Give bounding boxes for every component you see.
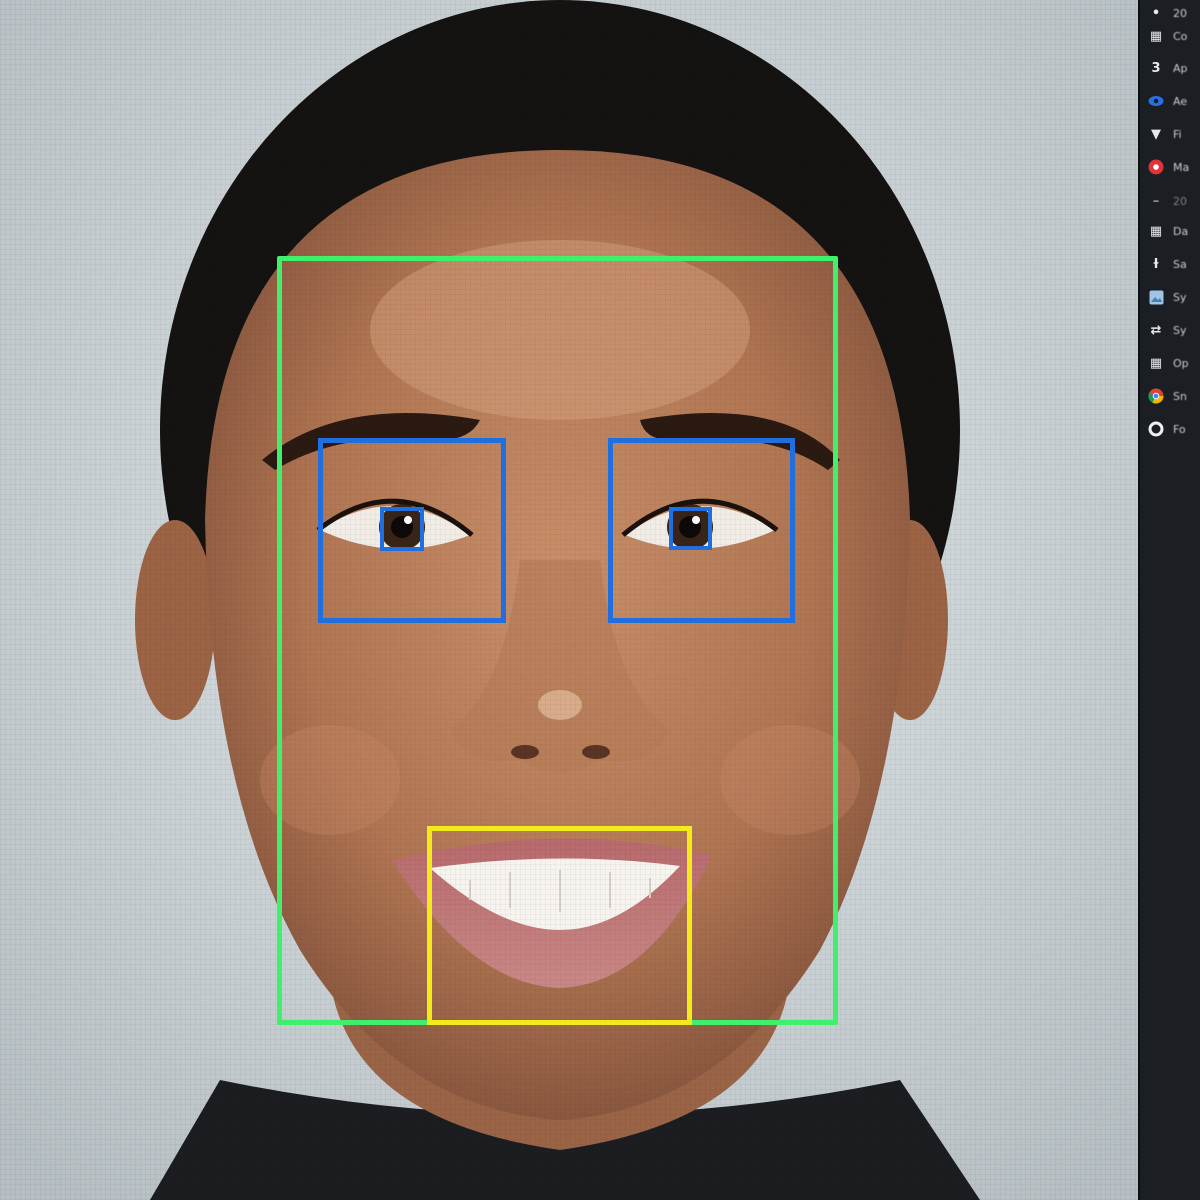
photo-viewport (0, 0, 1138, 1200)
panel-item-label: Ma (1173, 160, 1190, 174)
panel-item-label: Sn (1173, 389, 1187, 403)
screen: • 20 ▦ Co 3 Ap Ae ▼ Fi Ma – 20 ▦ Da ɫ Sa… (0, 0, 1200, 1200)
right-pupil-detection-box[interactable] (669, 507, 712, 550)
panel-item-2[interactable]: 3 Ap (1148, 55, 1200, 81)
dash-icon: – (1152, 193, 1160, 209)
panel-item-4[interactable]: ▼ Fi (1148, 121, 1200, 147)
dot-icon: • (1151, 5, 1161, 21)
grid-icon: ▦ (1149, 28, 1163, 44)
panel-item-label: Da (1173, 224, 1189, 238)
panel-item-5[interactable]: Ma (1148, 154, 1200, 180)
panel-item-10[interactable]: ⇄ Sy (1148, 317, 1200, 343)
panel-item-label: Fo (1173, 422, 1186, 436)
panel-item-6[interactable]: – 20 (1148, 188, 1200, 214)
panel-item-label: Sy (1173, 290, 1187, 304)
ring-icon (1148, 421, 1164, 437)
grid-icon: ▦ (1149, 355, 1163, 371)
app-side-panel: • 20 ▦ Co 3 Ap Ae ▼ Fi Ma – 20 ▦ Da ɫ Sa… (1138, 0, 1200, 1200)
panel-item-label: 20 (1173, 6, 1187, 20)
filter-icon: ▼ (1151, 126, 1161, 142)
panel-item-label: Sa (1173, 257, 1187, 271)
eye-icon (1148, 93, 1164, 109)
record-icon (1148, 159, 1164, 175)
panel-item-label: Ap (1173, 61, 1188, 75)
grid-icon: ▦ (1149, 223, 1163, 239)
panel-item-1[interactable]: ▦ Co (1148, 23, 1200, 49)
mouth-detection-box[interactable] (427, 826, 692, 1025)
number-three-icon: 3 (1151, 60, 1161, 76)
left-pupil-detection-box[interactable] (380, 507, 424, 551)
panel-item-label: 20 (1173, 194, 1187, 208)
panel-item-8[interactable]: ɫ Sa (1148, 251, 1200, 277)
sync-icon: ⇄ (1150, 322, 1162, 338)
panel-item-label: Sy (1173, 323, 1187, 337)
panel-item-label: Ae (1173, 94, 1188, 108)
panel-item-label: Co (1173, 29, 1188, 43)
panel-item-3[interactable]: Ae (1148, 88, 1200, 114)
panel-item-label: Fi (1173, 127, 1182, 141)
panel-item-label: Op (1173, 356, 1189, 370)
panel-item-11[interactable]: ▦ Op (1148, 350, 1200, 376)
panel-item-9[interactable]: Sy (1148, 284, 1200, 310)
panel-item-13[interactable]: Fo (1148, 416, 1200, 442)
chrome-icon (1148, 388, 1164, 404)
pin-icon: ɫ (1152, 256, 1160, 272)
panel-item-12[interactable]: Sn (1148, 383, 1200, 409)
panel-item-7[interactable]: ▦ Da (1148, 218, 1200, 244)
image-icon (1148, 289, 1164, 305)
